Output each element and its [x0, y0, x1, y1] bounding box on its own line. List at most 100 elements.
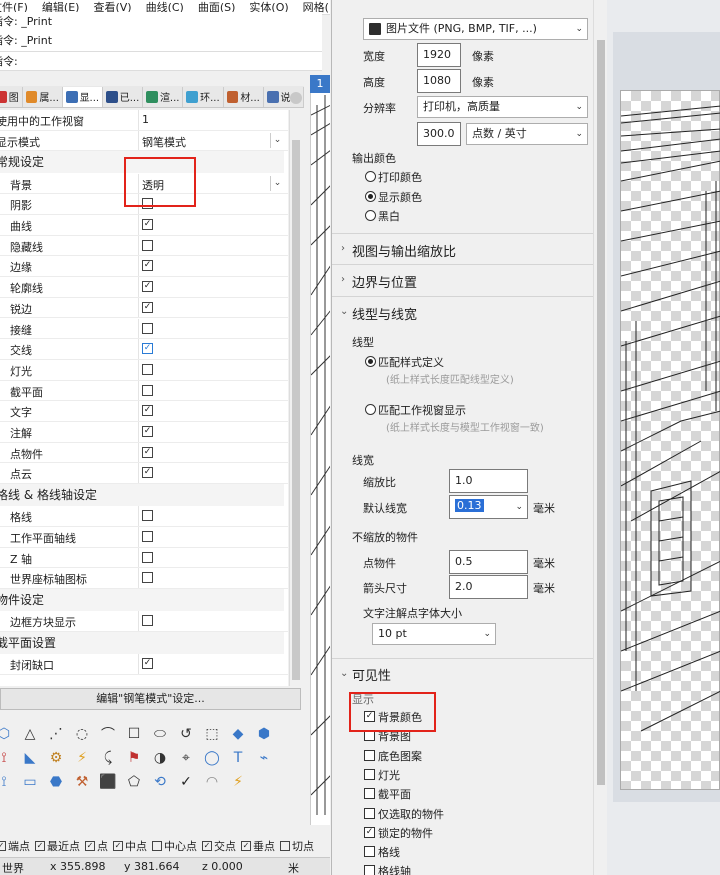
- row-10[interactable]: 文字 ✓: [0, 401, 288, 422]
- osnap-2[interactable]: ✓ 点: [85, 838, 108, 854]
- radio-match-definition[interactable]: [365, 356, 376, 367]
- panel-options-icon[interactable]: [290, 92, 302, 104]
- property-checkbox[interactable]: [142, 551, 153, 563]
- property-checkbox[interactable]: [142, 572, 153, 584]
- row-4[interactable]: 轮廓线 ✓: [0, 277, 288, 298]
- property-checkbox[interactable]: ✓: [142, 260, 153, 272]
- osnap-checkbox[interactable]: ✓: [0, 841, 6, 851]
- row-grid-3[interactable]: 世界座标轴图标: [0, 568, 288, 590]
- tab-layer[interactable]: 图: [0, 86, 23, 107]
- row-5[interactable]: 锐边 ✓: [0, 297, 288, 319]
- row-2[interactable]: 隐藏线: [0, 235, 288, 257]
- tab-monitor[interactable]: 显...: [62, 86, 104, 107]
- osnap-checkbox[interactable]: [280, 841, 290, 851]
- check-icon[interactable]: ✓: [176, 772, 196, 792]
- undo-icon[interactable]: ⟲: [150, 772, 170, 792]
- half-circle-icon[interactable]: ◑: [150, 748, 170, 768]
- row-display-mode[interactable]: 显示模式 钢笔模式 ⌄: [0, 130, 288, 152]
- row-6[interactable]: 接缝: [0, 318, 288, 340]
- section-cplane[interactable]: 截平面设置: [0, 632, 284, 654]
- radio-display-color[interactable]: [365, 191, 376, 202]
- mesh-icon[interactable]: ⬢: [254, 724, 274, 744]
- arrow-size-input[interactable]: 2.0: [449, 575, 528, 599]
- tab-color-wheel[interactable]: 属...: [23, 86, 63, 107]
- osnap-0[interactable]: ✓ 端点: [0, 838, 30, 854]
- sphere-icon[interactable]: ◯: [202, 748, 222, 768]
- row-3[interactable]: 边缘 ✓: [0, 256, 288, 278]
- render-icon[interactable]: ⚡: [228, 772, 248, 792]
- property-value[interactable]: 钢笔模式: [142, 134, 186, 150]
- rotate-icon[interactable]: ↺: [176, 724, 196, 744]
- section-view-scale[interactable]: 视图与输出缩放比: [352, 241, 456, 260]
- text-icon[interactable]: T: [228, 748, 248, 768]
- scale-input[interactable]: 1.0: [449, 469, 528, 493]
- visibility-checkbox[interactable]: ✓: [364, 826, 375, 838]
- row-8[interactable]: 灯光: [0, 359, 288, 381]
- dialog-scrollbar[interactable]: [593, 0, 607, 875]
- visibility-checkbox[interactable]: [364, 846, 375, 858]
- osnap-checkbox[interactable]: [152, 841, 162, 851]
- arc-icon[interactable]: ⌒: [98, 724, 118, 744]
- property-checkbox[interactable]: ✓: [142, 467, 153, 479]
- visibility-checkbox[interactable]: [364, 768, 375, 780]
- property-checkbox[interactable]: [142, 322, 153, 334]
- property-checkbox[interactable]: [142, 510, 153, 522]
- ellipse-icon[interactable]: ⬭: [150, 724, 170, 744]
- properties-scrollbar[interactable]: [289, 110, 301, 686]
- row-active-viewport[interactable]: 使用中的工作视窗 1: [0, 110, 288, 131]
- default-lineweight-select[interactable]: 0.13 ⌄: [449, 495, 528, 519]
- point-size-input[interactable]: 0.5: [449, 550, 528, 574]
- visibility-checkbox[interactable]: [364, 865, 375, 875]
- section-margins[interactable]: 边界与位置: [352, 272, 417, 291]
- section-object[interactable]: 物件设定: [0, 589, 284, 612]
- lightning-icon[interactable]: ⚡: [72, 748, 92, 768]
- row-grid-2[interactable]: Z 轴: [0, 547, 288, 569]
- section-grid[interactable]: 格线 & 格线轴设定: [0, 484, 284, 507]
- polyline-icon[interactable]: △: [20, 724, 40, 744]
- row-grid-1[interactable]: 工作平面轴线: [0, 527, 288, 548]
- extrude-icon[interactable]: ⬡: [0, 724, 14, 744]
- row-12[interactable]: 点物件 ✓: [0, 442, 288, 464]
- dpi-unit-select[interactable]: 点数 / 英寸 ⌄: [466, 123, 588, 145]
- osnap-checkbox[interactable]: ✓: [85, 841, 95, 851]
- property-checkbox[interactable]: [142, 363, 153, 375]
- flag-icon[interactable]: ⚑: [124, 748, 144, 768]
- row-9[interactable]: 截平面: [0, 380, 288, 402]
- row-13[interactable]: 点云 ✓: [0, 463, 288, 485]
- osnap-checkbox[interactable]: ✓: [202, 841, 212, 851]
- property-checkbox[interactable]: ✓: [142, 446, 153, 458]
- osnap-5[interactable]: ✓ 交点: [202, 838, 236, 854]
- dimension-icon[interactable]: ⌁: [254, 748, 274, 768]
- property-checkbox[interactable]: ✓: [142, 426, 153, 437]
- osnap-3[interactable]: ✓ 中点: [113, 838, 147, 854]
- row-11[interactable]: 注解 ✓: [0, 422, 288, 443]
- resolution-select[interactable]: 打印机，高质量 ⌄: [417, 96, 588, 118]
- fillet-icon[interactable]: ⤹: [98, 748, 118, 768]
- property-checkbox[interactable]: [142, 239, 153, 251]
- tab-named-view[interactable]: 已...: [103, 86, 144, 107]
- viewport-sliver[interactable]: [310, 75, 330, 825]
- row-grid-0[interactable]: 格线: [0, 506, 288, 527]
- visibility-checkbox[interactable]: [364, 749, 375, 761]
- radio-print-color[interactable]: [365, 171, 376, 182]
- row-1[interactable]: 曲线 ✓: [0, 215, 288, 236]
- row-cplane-0[interactable]: 封闭缺口 ✓: [0, 654, 288, 675]
- tab-render[interactable]: 渲...: [143, 86, 184, 107]
- box-icon[interactable]: ⬚: [202, 724, 222, 744]
- row-7[interactable]: 交线 ✓: [0, 339, 288, 360]
- tab-environment[interactable]: 环...: [183, 86, 224, 107]
- point-icon[interactable]: ⟟: [0, 772, 14, 792]
- osnap-1[interactable]: ✓ 最近点: [35, 838, 80, 854]
- preview-image[interactable]: [620, 90, 720, 790]
- chevron-down-icon[interactable]: ⌄: [270, 175, 284, 191]
- section-linetype[interactable]: 线型与线宽: [352, 304, 417, 323]
- scrollbar-thumb[interactable]: [292, 140, 300, 680]
- osnap-7[interactable]: 切点: [280, 838, 314, 854]
- property-checkbox[interactable]: ✓: [142, 405, 153, 417]
- chevron-right-icon[interactable]: ›: [341, 243, 345, 254]
- radio-match-viewport[interactable]: [365, 404, 376, 415]
- control-points-icon[interactable]: ⋰: [46, 724, 66, 744]
- plane-icon[interactable]: ▭: [20, 772, 40, 792]
- visibility-checkbox[interactable]: [364, 807, 375, 819]
- viewport-tab[interactable]: 1: [310, 75, 330, 93]
